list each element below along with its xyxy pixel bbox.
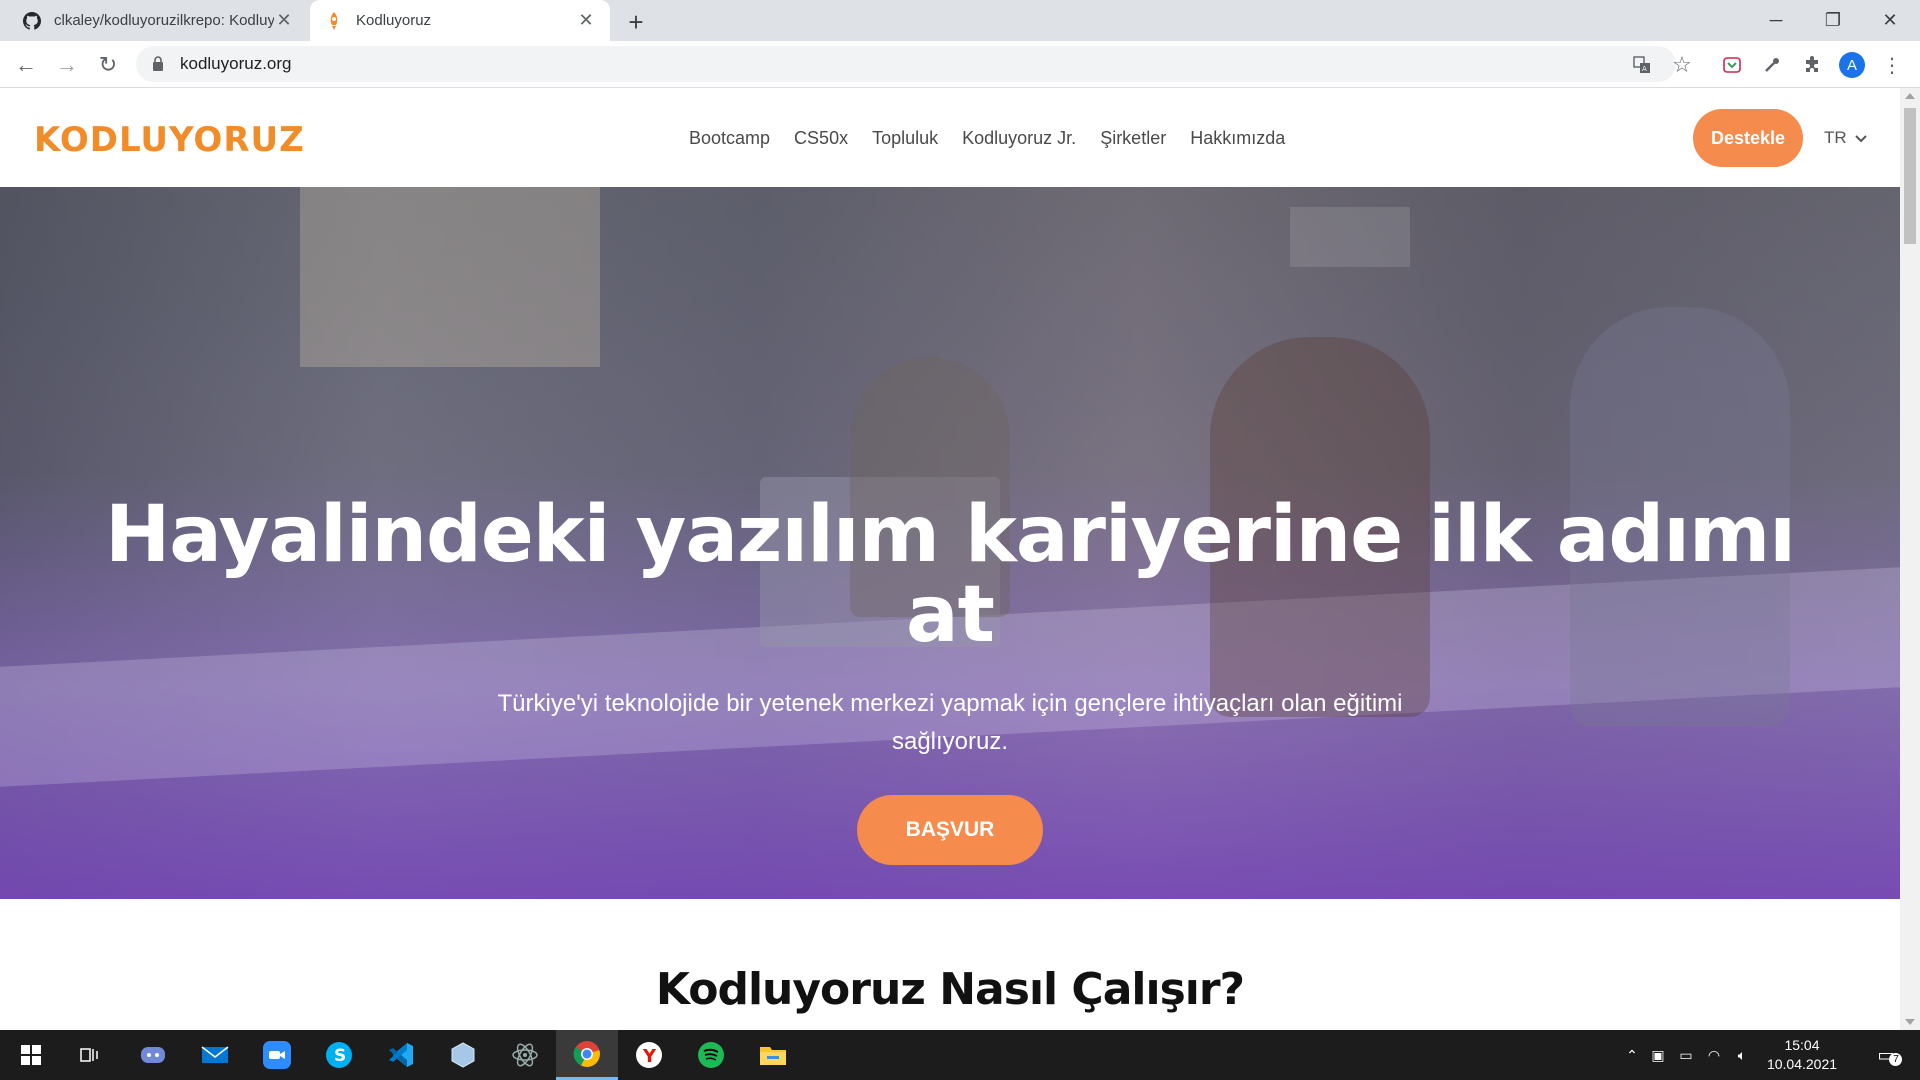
browser-toolbar: ← → ↻ kodluyoruz.org A ☆ A ⋮	[0, 41, 1920, 88]
profile-avatar[interactable]: A	[1836, 49, 1868, 81]
close-icon[interactable]: ✕	[274, 10, 294, 31]
eyedropper-extension-icon[interactable]	[1756, 49, 1788, 81]
new-tab-button[interactable]: +	[622, 7, 650, 37]
tray-device-icon[interactable]: ▣	[1644, 1047, 1672, 1064]
support-button[interactable]: Destekle	[1693, 109, 1803, 167]
tab-strip: clkaley/kodluyoruzilkrepo: Kodluy ✕ Kodl…	[0, 0, 1920, 41]
nav-bootcamp[interactable]: Bootcamp	[689, 128, 770, 149]
menu-kebab-icon[interactable]: ⋮	[1876, 49, 1908, 81]
background-sign	[1290, 207, 1410, 267]
bookmark-star-icon[interactable]: ☆	[1666, 49, 1698, 81]
language-selector[interactable]: TR	[1824, 128, 1867, 148]
page-viewport: KODLUYORUZ Bootcamp CS50x Topluluk Kodlu…	[0, 88, 1900, 1030]
svg-text:S: S	[334, 1046, 346, 1066]
language-label: TR	[1824, 128, 1847, 147]
scroll-down-icon[interactable]	[1905, 1019, 1915, 1025]
atom-icon[interactable]	[494, 1030, 556, 1080]
hero-section: Hayalindeki yazılım kariyerine ilk adımı…	[0, 187, 1900, 899]
page-scrollbar[interactable]	[1900, 88, 1920, 1030]
file-explorer-icon[interactable]	[742, 1030, 804, 1080]
clock-time: 15:04	[1784, 1037, 1820, 1053]
svg-text:Y: Y	[642, 1046, 657, 1067]
hero-subtitle: Türkiye'yi teknolojide bir yetenek merke…	[450, 685, 1450, 761]
nav-kodluyoruz-jr[interactable]: Kodluyoruz Jr.	[962, 128, 1076, 149]
back-icon[interactable]: ←	[10, 49, 42, 81]
windows-taskbar: S Y ⌃ ▣ ▭ ◠ 🔈︎ 15:04 10.04.2021 ▭ 7	[0, 1030, 1920, 1080]
kodluyoruz-favicon	[324, 11, 344, 31]
minimize-button[interactable]: ─	[1750, 0, 1802, 41]
close-window-button[interactable]: ✕	[1864, 0, 1916, 41]
system-tray: ⌃ ▣ ▭ ◠ 🔈︎	[1620, 1030, 1756, 1080]
reload-icon[interactable]: ↻	[92, 49, 124, 81]
hero-subtitle-line: sağlıyoruz.	[891, 728, 1009, 755]
extensions-puzzle-icon[interactable]	[1796, 49, 1828, 81]
yandex-browser-icon[interactable]: Y	[618, 1030, 680, 1080]
mail-icon[interactable]	[184, 1030, 246, 1080]
notification-count: 7	[1889, 1052, 1903, 1066]
scroll-up-icon[interactable]	[1905, 93, 1915, 99]
site-logo[interactable]: KODLUYORUZ	[34, 120, 305, 160]
volume-icon[interactable]: 🔈︎	[1728, 1047, 1756, 1064]
discord-icon[interactable]	[122, 1030, 184, 1080]
taskbar-clock[interactable]: 15:04 10.04.2021	[1762, 1036, 1842, 1074]
hero-subtitle-line: Türkiye'yi teknolojide bir yetenek merke…	[497, 690, 1403, 717]
vscode-icon[interactable]	[370, 1030, 432, 1080]
windows-start-icon[interactable]	[0, 1030, 62, 1080]
main-nav: Bootcamp CS50x Topluluk Kodluyoruz Jr. Ş…	[689, 128, 1285, 149]
chrome-icon[interactable]	[556, 1030, 618, 1080]
tray-chevron-up-icon[interactable]: ⌃	[1620, 1047, 1644, 1064]
github-icon	[22, 11, 42, 31]
address-bar[interactable]: kodluyoruz.org	[136, 46, 1676, 82]
skype-icon[interactable]: S	[308, 1030, 370, 1080]
notification-center-icon[interactable]: ▭ 7	[1866, 1030, 1906, 1080]
svg-text:A: A	[1642, 65, 1647, 73]
close-icon[interactable]: ✕	[576, 10, 596, 31]
chevron-down-icon	[1854, 128, 1867, 148]
hero-title: Hayalindeki yazılım kariyerine ilk adımı…	[0, 495, 1900, 655]
tab-github[interactable]: clkaley/kodluyoruzilkrepo: Kodluy ✕	[8, 0, 308, 41]
pocket-extension-icon[interactable]	[1716, 49, 1748, 81]
nav-topluluk[interactable]: Topluluk	[872, 128, 938, 149]
task-view-icon[interactable]	[58, 1030, 120, 1080]
background-shelf	[300, 187, 600, 367]
tab-kodluyoruz[interactable]: Kodluyoruz ✕	[310, 0, 610, 41]
tab-title: clkaley/kodluyoruzilkrepo: Kodluy	[54, 12, 274, 29]
tab-title: Kodluyoruz	[356, 12, 432, 29]
hero-title-line: at	[906, 570, 995, 660]
maximize-button[interactable]: ❐	[1807, 0, 1859, 41]
nav-cs50x[interactable]: CS50x	[794, 128, 848, 149]
spotify-icon[interactable]	[680, 1030, 742, 1080]
nav-sirketler[interactable]: Şirketler	[1100, 128, 1166, 149]
virtualbox-icon[interactable]	[432, 1030, 494, 1080]
scrollbar-thumb[interactable]	[1904, 108, 1916, 244]
translate-icon[interactable]: A	[1626, 49, 1658, 81]
apply-button[interactable]: BAŞVUR	[857, 795, 1043, 865]
nav-hakkimizda[interactable]: Hakkımızda	[1190, 128, 1285, 149]
lock-icon	[152, 56, 166, 72]
url-text: kodluyoruz.org	[180, 54, 292, 73]
clock-date: 10.04.2021	[1766, 1056, 1838, 1072]
forward-icon[interactable]: →	[51, 49, 83, 81]
wifi-icon[interactable]: ◠	[1700, 1047, 1728, 1064]
hero-title-line: Hayalindeki yazılım kariyerine ilk adımı	[105, 490, 1796, 580]
battery-icon[interactable]: ▭	[1672, 1047, 1700, 1064]
site-header: KODLUYORUZ Bootcamp CS50x Topluluk Kodlu…	[0, 88, 1900, 187]
section-title: Kodluyoruz Nasıl Çalışır?	[655, 964, 1245, 1015]
zoom-icon[interactable]	[246, 1030, 308, 1080]
